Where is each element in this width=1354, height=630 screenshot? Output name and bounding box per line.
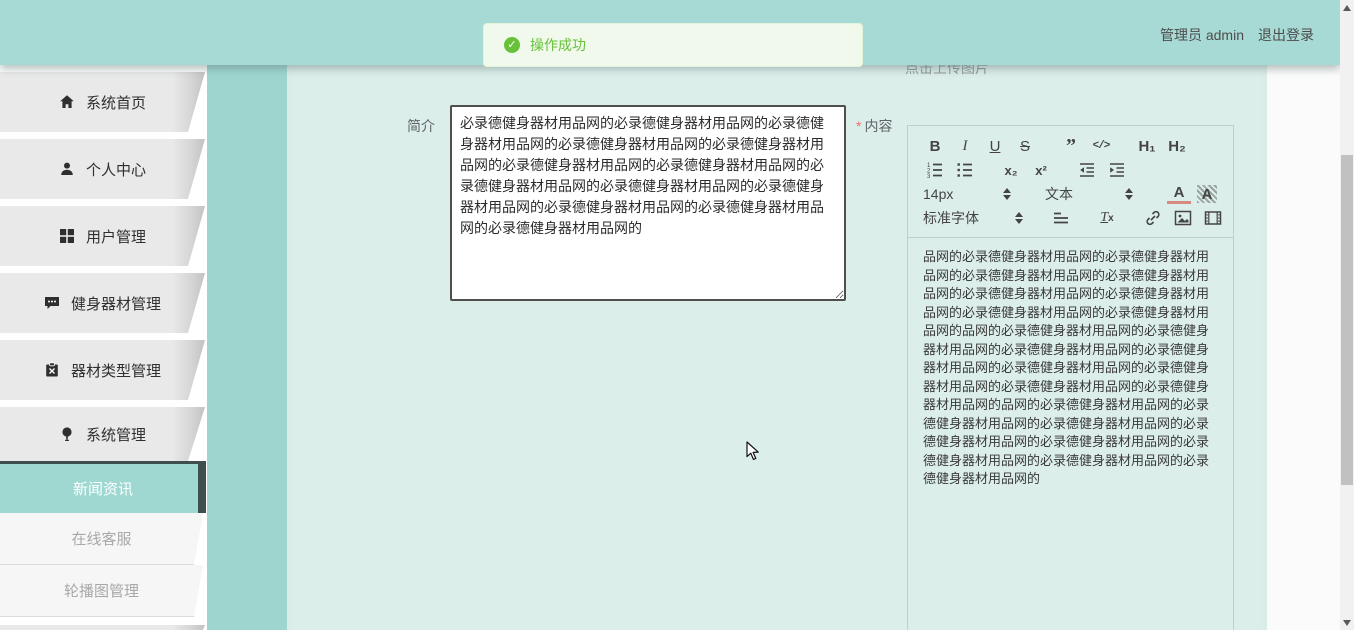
- updown-arrows-icon: [1003, 188, 1011, 200]
- vertical-scrollbar: [1340, 0, 1354, 630]
- align-icon: [1054, 212, 1068, 224]
- sidebar-item-system[interactable]: 系统管理: [0, 407, 205, 461]
- background-color-button[interactable]: A: [1197, 185, 1217, 203]
- success-toast: ✓ 操作成功: [483, 23, 863, 67]
- updown-arrows-icon: [1125, 188, 1133, 200]
- scrollbar-up-button[interactable]: [1340, 0, 1354, 15]
- outdent-icon: [1080, 163, 1094, 177]
- scrollbar-thumb[interactable]: [1341, 155, 1353, 485]
- sidebar-item-label: 用户管理: [85, 228, 146, 246]
- clean-format-button[interactable]: Tx: [1095, 207, 1119, 229]
- sidebar-item-users[interactable]: 用户管理: [0, 206, 205, 266]
- intro-textarea[interactable]: 必录德健身器材用品网的必录德健身器材用品网的必录德健身器材用品网的必录德健身器材…: [450, 105, 846, 301]
- header-user-area: 管理员 admin 退出登录: [1160, 25, 1314, 45]
- font-size-value: 14px: [923, 186, 954, 202]
- sidebar-subitem-carousel[interactable]: 轮播图管理: [0, 565, 203, 617]
- system-submenu: 新闻资讯 在线客服 轮播图管理: [0, 461, 206, 617]
- video-button[interactable]: [1201, 207, 1225, 229]
- sidebar-item-label: 个人中心: [85, 161, 146, 179]
- intro-field-label: 简介: [407, 118, 435, 134]
- sidebar-item-label: 系统首页: [85, 94, 146, 112]
- image-icon: [1174, 210, 1192, 226]
- arrow-down-icon: [1343, 619, 1351, 626]
- success-check-icon: ✓: [504, 37, 520, 53]
- strikethrough-button[interactable]: S: [1013, 135, 1037, 157]
- link-icon: [1146, 210, 1160, 226]
- ordered-list-icon: 123: [927, 163, 942, 179]
- header-style-value: 文本: [1045, 186, 1073, 202]
- align-button[interactable]: [1049, 207, 1073, 229]
- logout-link[interactable]: 退出登录: [1258, 25, 1314, 45]
- required-asterisk: *: [856, 118, 862, 134]
- updown-arrows-icon: [1015, 212, 1023, 224]
- rich-text-editor: B I U S ” </> H₁ H₂ 123 x₂ x² 14px 文本 A …: [907, 125, 1234, 630]
- editor-toolbar: B I U S ” </> H₁ H₂ 123 x₂ x² 14px 文本 A …: [908, 126, 1233, 238]
- font-family-picker[interactable]: 标准字体: [923, 208, 1023, 228]
- sidebar-accent-strip: [207, 0, 287, 630]
- sidebar: 系统首页 个人中心 用户管理 健身器材管理 器材类型管理 系统管理 新闻资讯 在…: [0, 65, 207, 630]
- superscript-button[interactable]: x²: [1029, 159, 1053, 181]
- font-family-value: 标准字体: [923, 210, 979, 226]
- toolbar-row-2: 123 x₂ x²: [923, 158, 1233, 182]
- editor-content-area[interactable]: 品网的必录德健身器材用品网的必录德健身器材用品网的必录德健身器材用品网的必录德健…: [908, 238, 1234, 499]
- outdent-button[interactable]: [1075, 159, 1099, 181]
- image-button[interactable]: [1171, 207, 1195, 229]
- header2-button[interactable]: H₂: [1165, 135, 1189, 157]
- indent-icon: [1110, 163, 1124, 177]
- sidebar-subitem-label: 在线客服: [71, 531, 132, 548]
- code-block-button[interactable]: </>: [1089, 135, 1113, 157]
- toolbar-row-4: 标准字体 Tx: [923, 206, 1233, 230]
- chat-icon: [44, 295, 60, 311]
- sidebar-subitem-online-service[interactable]: 在线客服: [0, 513, 203, 565]
- toolbar-row-1: B I U S ” </> H₁ H₂: [923, 134, 1233, 158]
- bullet-list-icon: [957, 163, 972, 177]
- sidebar-item-label: 健身器材管理: [70, 295, 161, 313]
- admin-user-label: 管理员 admin: [1159, 27, 1244, 43]
- arrow-up-icon: [1343, 4, 1351, 11]
- scrollbar-down-button[interactable]: [1340, 615, 1354, 630]
- text-color-button[interactable]: A: [1167, 184, 1191, 204]
- ordered-list-button[interactable]: 123: [923, 159, 947, 181]
- italic-button[interactable]: I: [953, 135, 977, 157]
- sidebar-subitem-label: 新闻资讯: [72, 481, 133, 498]
- bullet-list-button[interactable]: [953, 159, 977, 181]
- indent-button[interactable]: [1105, 159, 1129, 181]
- content-field-label: * 内容: [856, 118, 893, 134]
- font-size-picker[interactable]: 14px: [923, 186, 1011, 202]
- sidebar-item-next-partial[interactable]: [0, 625, 205, 630]
- clipboard-x-icon: [44, 362, 60, 378]
- sidebar-item-equipment-type[interactable]: 器材类型管理: [0, 340, 205, 400]
- bulb-icon: [59, 426, 75, 442]
- sidebar-item-profile[interactable]: 个人中心: [0, 139, 205, 199]
- app-screen: 管理员 admin 退出登录 ✓ 操作成功 系统首页 个人中心 用户管理 健身器…: [0, 0, 1354, 630]
- video-icon: [1204, 211, 1222, 225]
- home-icon: [59, 94, 75, 110]
- sidebar-item-home[interactable]: 系统首页: [0, 72, 205, 132]
- underline-button[interactable]: U: [983, 135, 1007, 157]
- user-icon: [59, 161, 75, 177]
- header1-button[interactable]: H₁: [1135, 135, 1159, 157]
- header-style-picker[interactable]: 文本: [1045, 184, 1133, 204]
- bold-button[interactable]: B: [923, 135, 947, 157]
- sidebar-subitem-news[interactable]: 新闻资讯: [0, 461, 206, 513]
- toolbar-row-3: 14px 文本 A A: [923, 182, 1233, 206]
- sidebar-item-equipment[interactable]: 健身器材管理: [0, 273, 205, 333]
- subscript-button[interactable]: x₂: [999, 159, 1023, 181]
- sidebar-item-label: 系统管理: [85, 426, 146, 444]
- link-button[interactable]: [1141, 207, 1165, 229]
- sidebar-item-label: 器材类型管理: [70, 362, 161, 380]
- toast-message: 操作成功: [530, 37, 586, 53]
- grid-icon: [59, 228, 75, 244]
- svg-text:3: 3: [927, 174, 931, 179]
- sidebar-subitem-label: 轮播图管理: [63, 583, 139, 600]
- blockquote-button[interactable]: ”: [1059, 135, 1083, 157]
